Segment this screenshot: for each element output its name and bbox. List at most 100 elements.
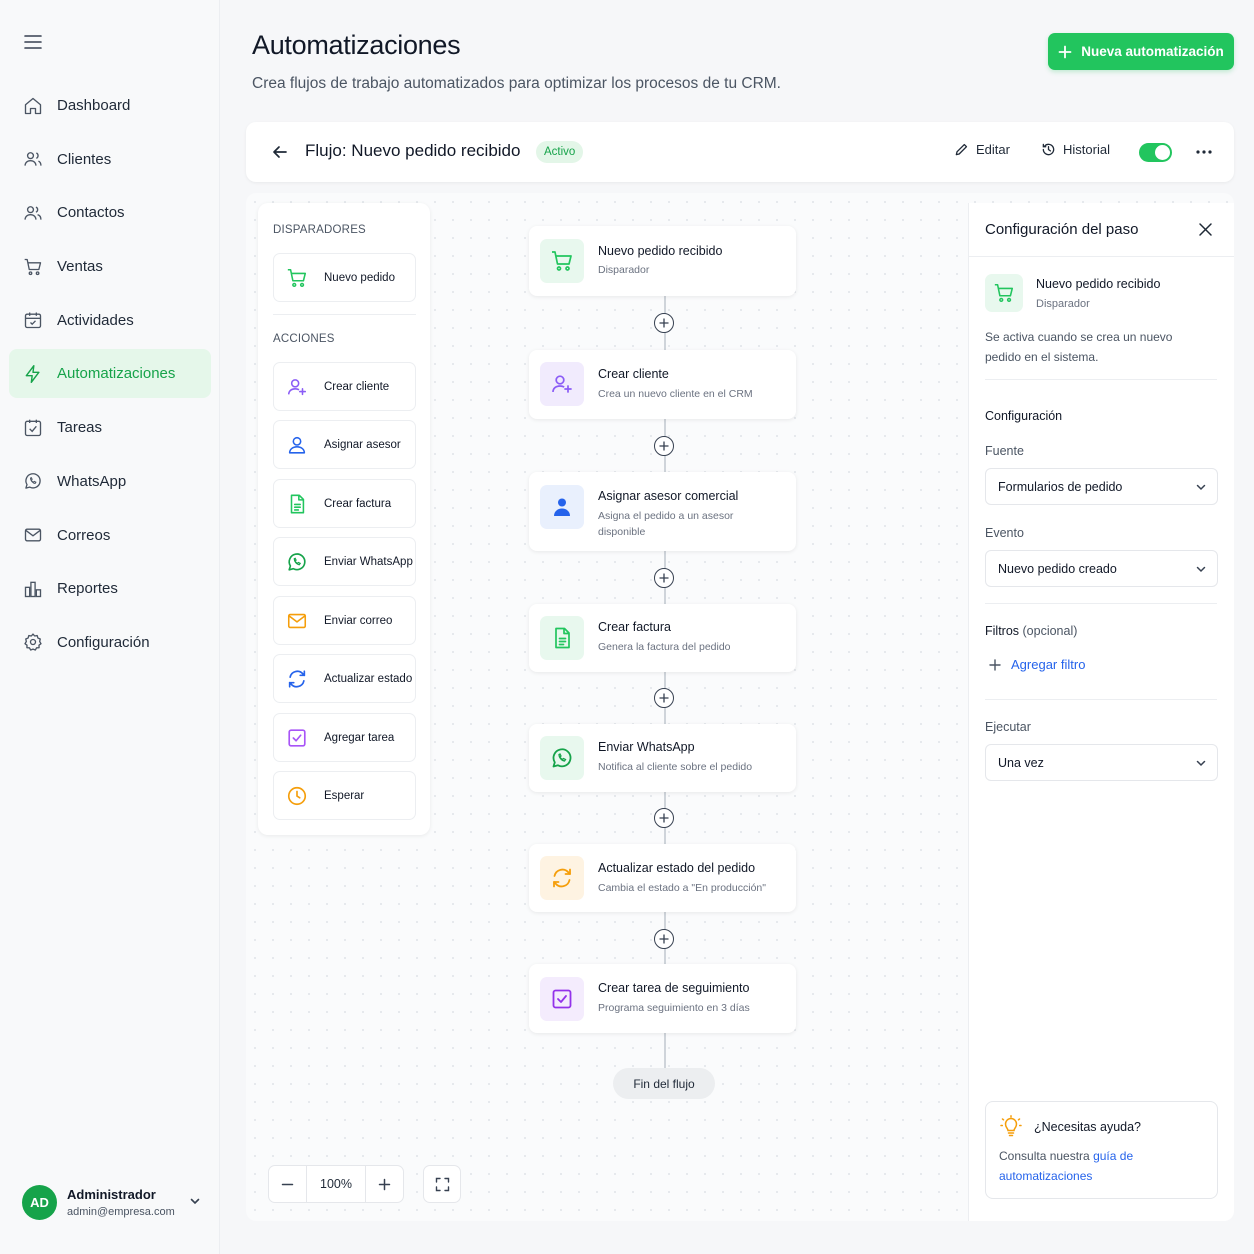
more-icon[interactable] [1194, 143, 1214, 161]
event-select[interactable]: Nuevo pedido creado [985, 550, 1218, 587]
zoom-out-button[interactable] [269, 1166, 306, 1202]
plus-icon [659, 573, 669, 583]
arrow-left-icon[interactable] [270, 142, 290, 162]
flow-node-actualizar-estado[interactable]: Actualizar estado del pedido Cambia el e… [529, 844, 796, 912]
add-step-button[interactable] [654, 568, 674, 588]
user-icon [286, 434, 308, 456]
node-title: Crear factura [598, 620, 671, 634]
node-description: Disparador [598, 264, 650, 276]
flow-node-trigger[interactable]: Nuevo pedido recibido Disparador [529, 226, 796, 296]
page-title: Automatizaciones [252, 30, 461, 60]
avatar: AD [22, 1184, 57, 1220]
palette-item-label: Esperar [324, 789, 365, 802]
sidebar-item-automatizaciones[interactable]: Automatizaciones [9, 349, 211, 399]
sidebar-item-tareas[interactable]: Tareas [9, 403, 211, 452]
sidebar-item-clientes[interactable]: Clientes [9, 135, 211, 184]
clock-icon [286, 785, 308, 807]
sidebar-item-correos[interactable]: Correos [9, 511, 211, 560]
sidebar-item-actividades[interactable]: Actividades [9, 296, 211, 345]
palette-item-enviar-whatsapp[interactable]: Enviar WhatsApp [273, 537, 416, 586]
source-label: Fuente [985, 444, 1024, 458]
palette-item-esperar[interactable]: Esperar [273, 771, 416, 820]
node-title: Actualizar estado del pedido [598, 861, 756, 875]
add-step-button[interactable] [654, 436, 674, 456]
sidebar-item-dashboard[interactable]: Dashboard [9, 81, 211, 130]
whatsapp-icon [286, 551, 308, 573]
execute-select[interactable]: Una vez [985, 744, 1218, 781]
help-text: Consulta nuestra guía de automatizacione… [999, 1149, 1134, 1183]
user-name: Administrador [67, 1186, 156, 1202]
sidebar-item-label: Configuración [57, 633, 150, 651]
chevron-down-icon [1195, 757, 1207, 769]
bolt-icon [23, 364, 43, 384]
add-step-button[interactable] [654, 929, 674, 949]
step-subtitle: Disparador [1036, 298, 1090, 310]
edit-button[interactable]: Editar [954, 142, 1010, 157]
palette-item-crear-cliente[interactable]: Crear cliente [273, 362, 416, 411]
check-square-icon [540, 977, 584, 1021]
filters-label: Filtros (opcional) [985, 624, 1078, 638]
user-email: admin@empresa.com [67, 1205, 175, 1218]
palette-item-crear-factura[interactable]: Crear factura [273, 479, 416, 528]
sidebar-item-label: Clientes [57, 150, 112, 168]
lightbulb-icon [1000, 1115, 1022, 1137]
mail-icon [23, 525, 43, 545]
zoom-in-button[interactable] [366, 1166, 403, 1202]
help-card: ¿Necesitas ayuda? Consulta nuestra guía … [985, 1101, 1218, 1199]
palette-item-enviar-correo[interactable]: Enviar correo [273, 596, 416, 645]
calendar-icon [23, 310, 43, 330]
flow-node-asignar-asesor[interactable]: Asignar asesor comercial Asigna el pedid… [529, 472, 796, 551]
source-select[interactable]: Formularios de pedido [985, 468, 1218, 505]
chevron-down-icon[interactable] [188, 1194, 202, 1208]
new-automation-button[interactable]: Nueva automatización [1048, 33, 1234, 70]
user-menu[interactable]: AD Administrador admin@empresa.com [12, 1172, 208, 1232]
sidebar-item-reportes[interactable]: Reportes [9, 564, 211, 613]
active-toggle[interactable] [1139, 143, 1172, 162]
sidebar-item-configuracion[interactable]: Configuración [9, 618, 211, 667]
sidebar-item-ventas[interactable]: Ventas [9, 242, 211, 291]
divider [985, 379, 1217, 380]
add-step-button[interactable] [654, 808, 674, 828]
menu-icon[interactable] [22, 31, 44, 53]
close-icon[interactable] [1198, 222, 1213, 237]
step-palette: DISPARADORES Nuevo pedido ACCIONES Crear… [258, 203, 430, 835]
palette-item-label: Crear factura [324, 497, 392, 510]
chart-icon [23, 579, 43, 599]
palette-item-asignar-asesor[interactable]: Asignar asesor [273, 420, 416, 469]
execute-select-value: Una vez [998, 755, 1044, 770]
sidebar-item-label: Contactos [57, 204, 125, 222]
palette-item-label: Agregar tarea [324, 731, 395, 744]
palette-item-actualizar-estado[interactable]: Actualizar estado [273, 654, 416, 703]
palette-item-nuevo-pedido[interactable]: Nuevo pedido [273, 253, 416, 302]
node-title: Asignar asesor comercial [598, 489, 739, 503]
new-automation-label: Nueva automatización [1081, 44, 1224, 59]
flow-node-crear-factura[interactable]: Crear factura Genera la factura del pedi… [529, 604, 796, 672]
add-step-button[interactable] [654, 313, 674, 333]
add-filter-button[interactable]: Agregar filtro [989, 657, 1085, 672]
palette-item-agregar-tarea[interactable]: Agregar tarea [273, 713, 416, 762]
node-description: Notifica al cliente sobre el pedido [598, 761, 753, 773]
flow-node-crear-cliente[interactable]: Crear cliente Crea un nuevo cliente en e… [529, 350, 796, 419]
divider [273, 314, 416, 315]
edit-label: Editar [976, 142, 1010, 157]
fit-screen-button[interactable] [423, 1165, 461, 1203]
flow-title: Flujo: Nuevo pedido recibido [305, 141, 521, 160]
contacts-icon [23, 203, 43, 223]
palette-item-label: Asignar asesor [324, 438, 401, 451]
flow-canvas[interactable]: DISPARADORES Nuevo pedido ACCIONES Crear… [246, 193, 1234, 1221]
history-button[interactable]: Historial [1041, 142, 1110, 157]
whatsapp-icon [23, 471, 43, 491]
add-step-button[interactable] [654, 688, 674, 708]
zoom-level: 100% [306, 1166, 366, 1202]
plus-icon [989, 658, 1001, 671]
plus-icon [659, 693, 669, 703]
flow-node-enviar-whatsapp[interactable]: Enviar WhatsApp Notifica al cliente sobr… [529, 724, 796, 792]
node-description: Genera la factura del pedido [598, 641, 731, 653]
sidebar-item-contactos[interactable]: Contactos [9, 188, 211, 237]
sidebar-item-label: Actividades [57, 311, 134, 329]
sidebar-item-whatsapp[interactable]: WhatsApp [9, 457, 211, 506]
history-icon [1042, 143, 1055, 156]
flow-node-crear-tarea[interactable]: Crear tarea de seguimiento Programa segu… [529, 964, 796, 1033]
invoice-icon [540, 616, 584, 660]
node-description: Asigna el pedido a un asesor disponible [598, 510, 734, 538]
